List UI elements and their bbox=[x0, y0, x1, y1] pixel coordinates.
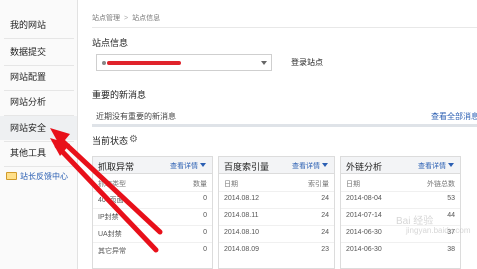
view-details-link[interactable]: 查看详情 bbox=[418, 161, 454, 171]
column-header: 数量 bbox=[193, 181, 207, 188]
site-select-dropdown[interactable] bbox=[96, 54, 272, 71]
table-cell: 其它异常 bbox=[98, 248, 126, 255]
table-row: 2014.08.11 24 bbox=[219, 208, 334, 223]
panel-header: 外链分析 查看详情 bbox=[341, 157, 460, 174]
sidebar-item-site-analysis[interactable]: 网站分析 bbox=[0, 90, 77, 114]
site-dot-icon bbox=[102, 61, 106, 65]
login-site-link[interactable]: 登录站点 bbox=[291, 57, 323, 68]
view-details-link[interactable]: 查看详情 bbox=[170, 161, 206, 171]
news-underline bbox=[92, 124, 477, 127]
status-title: 当前状态 bbox=[92, 136, 129, 146]
sidebar-item-data-submission[interactable]: 数据提交 bbox=[0, 40, 77, 64]
caret-down-icon bbox=[448, 163, 454, 167]
column-header: 索引量 bbox=[308, 181, 329, 188]
table-cell: 44 bbox=[447, 212, 455, 219]
table-cell: 2014-08-04 bbox=[346, 195, 382, 202]
table-row: IP封禁 0 bbox=[93, 208, 212, 223]
panel-column-header: 日期 外链总数 bbox=[341, 176, 460, 189]
table-cell: 404页面 bbox=[98, 197, 124, 204]
table-cell: 2014.08.09 bbox=[224, 246, 260, 253]
index-volume-panel: 百度索引量 查看详情 日期 索引量 2014.08.12 24 2014.08.1… bbox=[218, 156, 335, 269]
table-row: 其它异常 0 bbox=[93, 242, 212, 257]
table-row: UA封禁 0 bbox=[93, 225, 212, 240]
table-cell: 2014-06-30 bbox=[346, 246, 382, 253]
column-header: 外链总数 bbox=[427, 181, 455, 188]
table-row: 2014-08-04 53 bbox=[341, 191, 460, 206]
view-details-link[interactable]: 查看详情 bbox=[292, 161, 328, 171]
table-cell: 53 bbox=[447, 195, 455, 202]
table-row: 2014.08.10 24 bbox=[219, 225, 334, 240]
breadcrumb: 站点管理 > 站点信息 bbox=[92, 13, 160, 23]
breadcrumb-site-management[interactable]: 站点管理 bbox=[92, 15, 120, 22]
panel-header: 百度索引量 查看详情 bbox=[219, 157, 334, 174]
table-cell: 2014.08.11 bbox=[224, 212, 259, 219]
panel-column-header: 日期 索引量 bbox=[219, 176, 334, 189]
news-bar: 近期没有重要的新消息 查看全部消息 bbox=[92, 110, 477, 127]
redacted-site-name bbox=[107, 61, 181, 65]
news-title: 重要的新消息 bbox=[92, 90, 147, 100]
panel-title: 抓取异常 bbox=[98, 162, 135, 172]
column-header: 日期 bbox=[224, 181, 238, 188]
news-empty-text: 近期没有重要的新消息 bbox=[96, 112, 176, 121]
breadcrumb-separator: > bbox=[124, 15, 129, 22]
view-all-messages-link[interactable]: 查看全部消息 bbox=[431, 111, 477, 122]
table-cell: 0 bbox=[203, 246, 207, 253]
sidebar-divider bbox=[4, 38, 74, 39]
table-row: 2014.08.12 24 bbox=[219, 191, 334, 206]
table-cell: IP封禁 bbox=[98, 214, 119, 221]
sidebar: 我的网站 数据提交 网站配置 网站分析 网站安全 其他工具 站长反馈中心 bbox=[0, 0, 78, 269]
feedback-center-link[interactable]: 站长反馈中心 bbox=[6, 170, 68, 184]
panel-title: 百度索引量 bbox=[224, 162, 270, 172]
table-cell: 38 bbox=[447, 246, 455, 253]
sidebar-item-other-tools[interactable]: 其他工具 bbox=[0, 141, 77, 165]
watermark-logo: Bai 经验 bbox=[396, 216, 434, 227]
column-header: 日期 bbox=[346, 181, 360, 188]
panel-column-header: 抓取类型 数量 bbox=[93, 176, 212, 189]
sidebar-divider bbox=[4, 166, 74, 167]
view-details-label: 查看详情 bbox=[418, 163, 446, 170]
feedback-center-label: 站长反馈中心 bbox=[20, 172, 68, 181]
table-cell: 0 bbox=[203, 195, 207, 202]
table-cell: 23 bbox=[321, 246, 329, 253]
table-cell: UA封禁 bbox=[98, 231, 122, 238]
site-info-title: 站点信息 bbox=[92, 38, 129, 48]
table-cell: 2014-06-30 bbox=[346, 229, 382, 236]
table-cell: 0 bbox=[203, 229, 207, 236]
table-cell: 24 bbox=[321, 229, 329, 236]
watermark-url: jingyan.baidu.com bbox=[406, 226, 471, 235]
caret-down-icon bbox=[200, 163, 206, 167]
table-row: 2014-06-30 38 bbox=[341, 242, 460, 257]
breadcrumb-site-info: 站点信息 bbox=[132, 15, 161, 22]
panel-title: 外链分析 bbox=[346, 162, 383, 172]
sidebar-item-site-config[interactable]: 网站配置 bbox=[0, 65, 77, 89]
envelope-icon bbox=[6, 172, 17, 180]
sidebar-item-my-sites[interactable]: 我的网站 bbox=[0, 13, 77, 37]
divider bbox=[92, 27, 477, 28]
table-row: 2014.08.09 23 bbox=[219, 242, 334, 257]
gear-icon[interactable]: ⚙ bbox=[129, 134, 138, 145]
table-cell: 2014.08.10 bbox=[224, 229, 260, 236]
table-cell: 2014-07-14 bbox=[346, 212, 382, 219]
table-row: 404页面 0 bbox=[93, 191, 212, 206]
view-details-label: 查看详情 bbox=[292, 163, 320, 170]
table-cell: 24 bbox=[321, 195, 329, 202]
table-cell: 2014.08.12 bbox=[224, 195, 260, 202]
crawl-errors-panel: 抓取异常 查看详情 抓取类型 数量 404页面 0 IP封禁 0 UA封禁 0 其它异… bbox=[92, 156, 213, 269]
column-header: 抓取类型 bbox=[98, 181, 126, 188]
caret-down-icon bbox=[322, 163, 328, 167]
panel-header: 抓取异常 查看详情 bbox=[93, 157, 212, 174]
table-cell: 24 bbox=[321, 212, 329, 219]
table-cell: 0 bbox=[203, 212, 207, 219]
sidebar-item-site-security[interactable]: 网站安全 bbox=[0, 116, 77, 140]
chevron-down-icon bbox=[261, 61, 267, 65]
view-details-label: 查看详情 bbox=[170, 163, 198, 170]
